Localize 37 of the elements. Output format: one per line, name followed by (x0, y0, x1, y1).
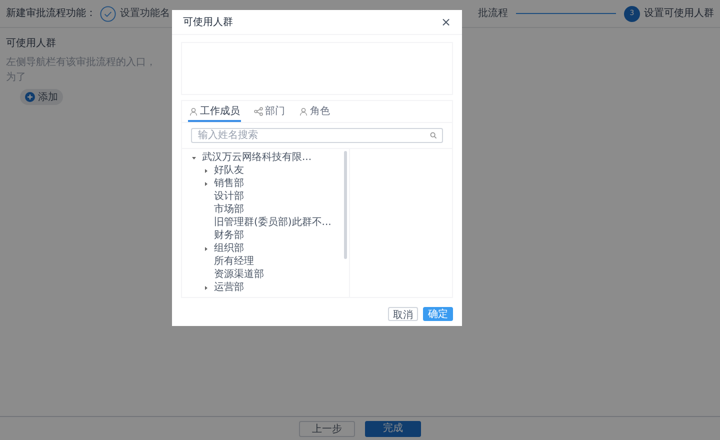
page-title: 新建审批流程功能： (6, 6, 96, 21)
person-icon (299, 106, 308, 116)
tab[interactable]: 工作成员 (188, 102, 241, 122)
tree-item[interactable]: 财务部 (214, 229, 244, 242)
check-circle-icon (100, 6, 116, 22)
add-button[interactable]: 添加 (20, 89, 63, 105)
tree-item[interactable]: 市场部 (214, 203, 244, 216)
caret-icon[interactable] (202, 284, 210, 292)
tree-item[interactable]: 设计部 (214, 190, 244, 203)
caret-icon[interactable] (202, 166, 210, 174)
step-label: 批流程 (478, 6, 508, 21)
step-label: 设置可使用人群 (644, 6, 714, 21)
dialog-title: 可使用人群 (183, 16, 233, 30)
tab[interactable]: 部门 (253, 102, 286, 122)
caret-icon[interactable] (202, 180, 210, 188)
caret-icon[interactable] (202, 244, 210, 252)
tree-item[interactable]: 资源渠道部 (214, 268, 264, 281)
tree-item[interactable]: 武汉万云网络科技有限... (202, 151, 312, 164)
tree-item[interactable]: 组织部 (214, 242, 244, 255)
tree-item[interactable]: 销售部 (214, 177, 244, 190)
person-icon (189, 106, 198, 116)
tree-item[interactable]: 运营部 (214, 281, 244, 294)
step-label: 设置功能名 (120, 6, 170, 21)
tree-item[interactable]: 旧管理群(委员部)此群不... (214, 216, 332, 229)
tab[interactable]: 角色 (298, 102, 331, 122)
section-label: 可使用人群 (6, 37, 57, 51)
share-icon (254, 106, 263, 116)
tree-item[interactable]: 所有经理 (214, 255, 254, 268)
close-button[interactable]: × (440, 16, 451, 28)
tree-item[interactable]: 好队友 (214, 164, 244, 177)
search-icon (430, 132, 437, 139)
cancel-button[interactable]: 取消 (388, 307, 418, 321)
search-field[interactable]: 输入姓名搜索 (191, 128, 443, 143)
plus-circle-icon (25, 92, 35, 102)
scrollbar[interactable] (344, 151, 347, 259)
back-button[interactable]: 上一步 (299, 420, 355, 436)
section-hint: 左侧导航栏有该审批流程的入口，为了 (6, 56, 156, 85)
